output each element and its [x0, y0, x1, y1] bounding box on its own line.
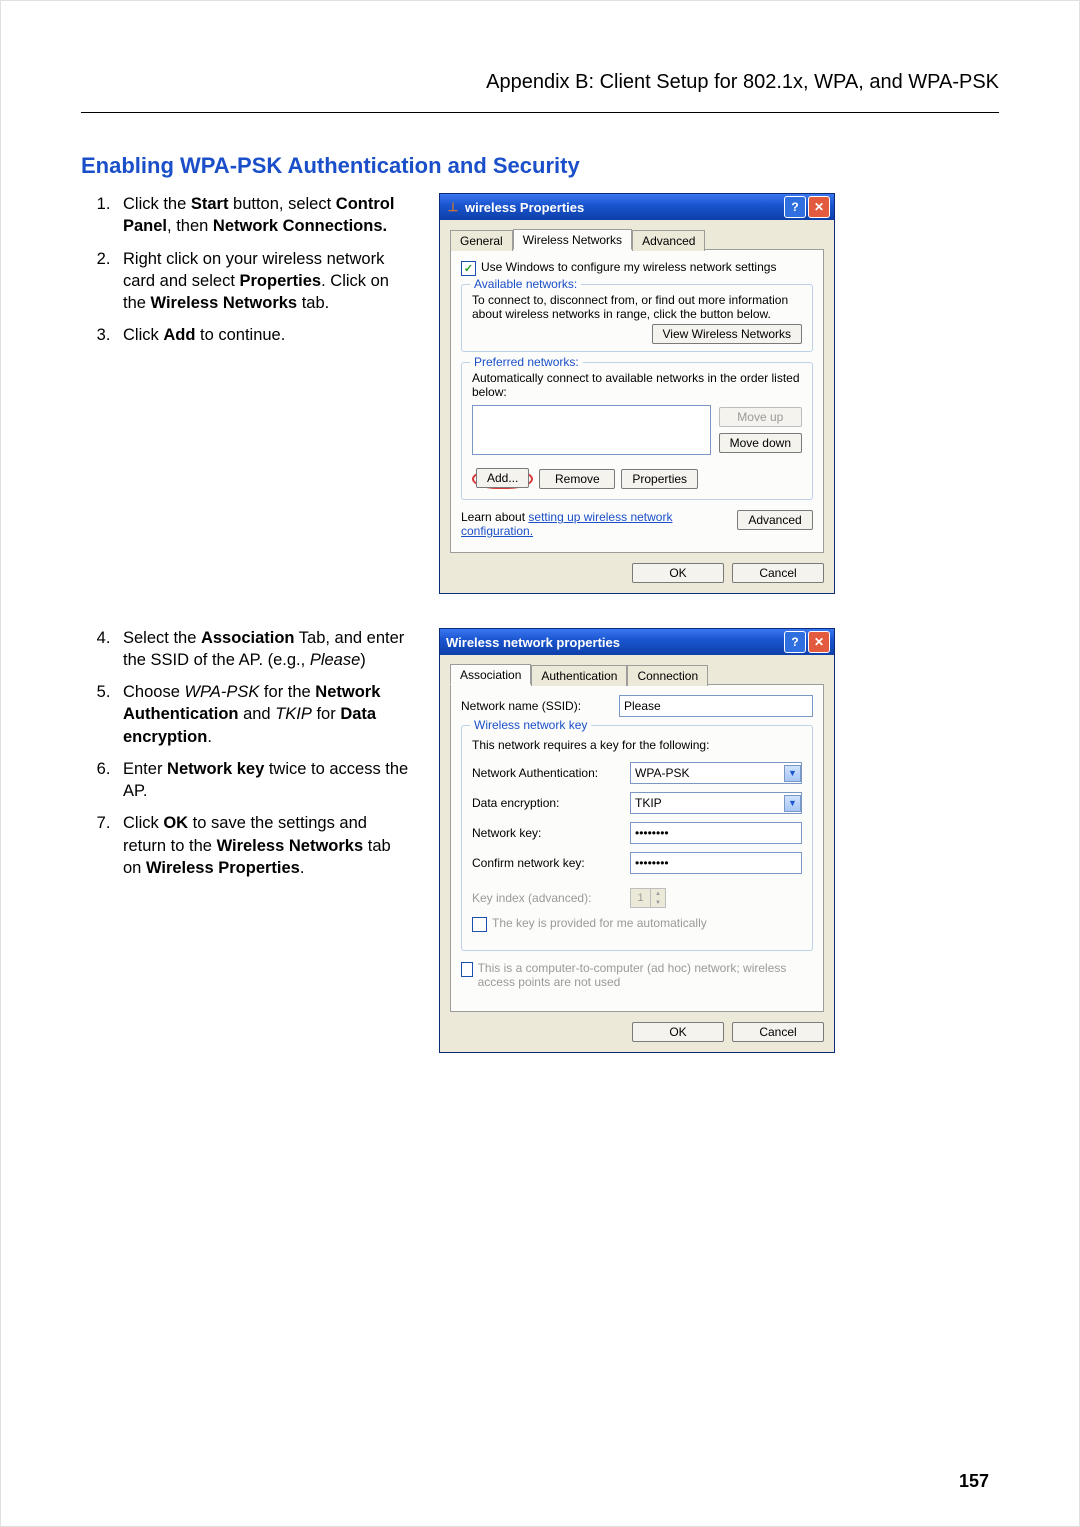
step-3: Click Add to continue.	[115, 324, 411, 346]
chevron-down-icon: ▼	[784, 765, 801, 782]
add-highlight: Add...	[472, 469, 533, 489]
move-down-button[interactable]: Move down	[719, 433, 802, 453]
cancel-button-2[interactable]: Cancel	[732, 1022, 824, 1042]
preferred-listbox[interactable]	[472, 405, 711, 455]
help-icon[interactable]: ?	[784, 196, 806, 218]
header-rule	[81, 112, 999, 113]
use-windows-label: Use Windows to configure my wireless net…	[481, 260, 776, 274]
close-icon[interactable]: ✕	[808, 196, 830, 218]
steps-list-2: Select the Association Tab, and enter th…	[81, 627, 411, 880]
learn-text: Learn about setting up wireless network …	[461, 510, 727, 538]
cancel-button[interactable]: Cancel	[732, 563, 824, 583]
ssid-input[interactable]: Please	[619, 695, 813, 717]
key-index-spinner: 1 ▲▼	[630, 888, 666, 908]
preferred-networks-group: Preferred networks: Automatically connec…	[461, 362, 813, 500]
confirm-key-label: Confirm network key:	[472, 856, 622, 870]
network-auth-label: Network Authentication:	[472, 766, 622, 780]
dialog-title-2: Wireless network properties	[446, 635, 620, 650]
ok-button-2[interactable]: OK	[632, 1022, 724, 1042]
step-7: Click OK to save the settings and return…	[115, 812, 411, 879]
tab-association[interactable]: Association	[450, 664, 531, 685]
close-icon[interactable]: ✕	[808, 631, 830, 653]
page-header: Appendix B: Client Setup for 802.1x, WPA…	[81, 71, 999, 94]
wireless-icon: ⊥	[446, 200, 460, 214]
tab-authentication[interactable]: Authentication	[531, 665, 627, 686]
chevron-down-icon: ▼	[784, 795, 801, 812]
view-wireless-button[interactable]: View Wireless Networks	[652, 324, 802, 344]
auto-key-checkbox: ✓	[472, 917, 487, 932]
tab-general[interactable]: General	[450, 230, 513, 251]
step-6: Enter Network key twice to access the AP…	[115, 758, 411, 803]
auto-key-label: The key is provided for me automatically	[492, 916, 707, 930]
spinner-up-icon: ▲	[651, 889, 665, 898]
wireless-key-group: Wireless network key This network requir…	[461, 725, 813, 951]
available-legend: Available networks:	[470, 277, 581, 291]
tab-wireless-networks[interactable]: Wireless Networks	[513, 229, 632, 250]
preferred-legend: Preferred networks:	[470, 355, 583, 369]
ssid-label: Network name (SSID):	[461, 699, 611, 713]
titlebar[interactable]: ⊥ wireless Properties ? ✕	[440, 194, 834, 220]
wireless-network-properties-dialog: Wireless network properties ? ✕ Associat…	[439, 628, 835, 1053]
step-5: Choose WPA-PSK for the Network Authentic…	[115, 681, 411, 748]
step-4: Select the Association Tab, and enter th…	[115, 627, 411, 672]
network-auth-select[interactable]: WPA-PSK▼	[630, 762, 802, 784]
tab-connection[interactable]: Connection	[627, 665, 708, 686]
adhoc-label: This is a computer-to-computer (ad hoc) …	[478, 961, 813, 989]
titlebar-2[interactable]: Wireless network properties ? ✕	[440, 629, 834, 655]
dialog-title: wireless Properties	[465, 200, 584, 215]
step-2: Right click on your wireless network car…	[115, 248, 411, 315]
key-index-label: Key index (advanced):	[472, 891, 622, 905]
help-icon[interactable]: ?	[784, 631, 806, 653]
properties-button[interactable]: Properties	[621, 469, 698, 489]
page-number: 157	[959, 1471, 989, 1492]
section-title: Enabling WPA-PSK Authentication and Secu…	[81, 153, 999, 179]
tab-advanced[interactable]: Advanced	[632, 230, 705, 251]
add-button[interactable]: Add...	[476, 468, 529, 488]
confirm-key-input[interactable]: ••••••••	[630, 852, 802, 874]
spinner-down-icon: ▼	[651, 898, 665, 907]
preferred-text: Automatically connect to available netwo…	[472, 371, 802, 399]
wireless-properties-dialog: ⊥ wireless Properties ? ✕ General Wirele…	[439, 193, 835, 594]
use-windows-checkbox[interactable]: ✓	[461, 261, 476, 276]
network-key-label: Network key:	[472, 826, 622, 840]
available-networks-group: Available networks: To connect to, disco…	[461, 284, 813, 352]
network-key-input[interactable]: ••••••••	[630, 822, 802, 844]
available-text: To connect to, disconnect from, or find …	[472, 293, 802, 321]
adhoc-checkbox: ✓	[461, 962, 473, 977]
data-encryption-label: Data encryption:	[472, 796, 622, 810]
key-text: This network requires a key for the foll…	[472, 738, 802, 752]
remove-button[interactable]: Remove	[539, 469, 615, 489]
steps-list-1: Click the Start button, select Control P…	[81, 193, 411, 347]
move-up-button: Move up	[719, 407, 802, 427]
key-legend: Wireless network key	[470, 718, 591, 732]
step-1: Click the Start button, select Control P…	[115, 193, 411, 238]
ok-button[interactable]: OK	[632, 563, 724, 583]
advanced-button[interactable]: Advanced	[737, 510, 813, 530]
tabs: General Wireless Networks Advanced	[450, 228, 824, 250]
data-encryption-select[interactable]: TKIP▼	[630, 792, 802, 814]
